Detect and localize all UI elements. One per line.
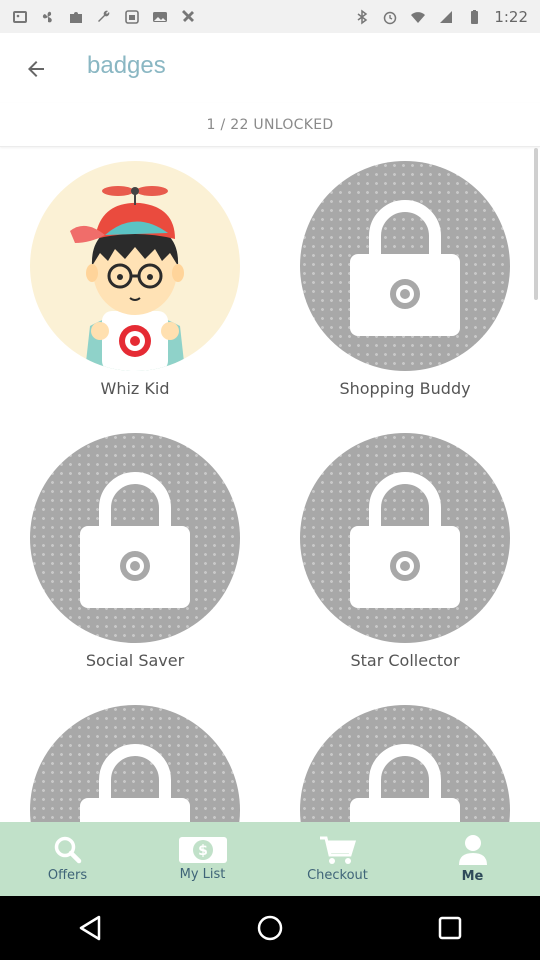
tab-label: Offers [47, 868, 88, 883]
signal-icon [438, 9, 454, 25]
fan-icon [40, 9, 56, 25]
sim-icon [124, 9, 140, 25]
bluetooth-icon [354, 9, 370, 25]
back-button[interactable] [18, 55, 54, 83]
locked-badge-circle [300, 705, 510, 822]
tab-label: My List [179, 867, 226, 882]
svg-text:$: $ [198, 843, 208, 859]
search-icon [54, 836, 81, 864]
badge-label: Social Saver [85, 651, 185, 670]
status-bar: 1:22 [0, 0, 540, 33]
alarm-icon [382, 9, 398, 25]
status-right-icons: 1:22 [354, 8, 528, 26]
tools-icon [180, 9, 196, 25]
system-nav-bar [0, 896, 540, 960]
square-recents-icon [438, 916, 462, 940]
person-icon [458, 835, 487, 865]
app-bar: badges [0, 33, 540, 103]
nav-recents-button[interactable] [420, 898, 480, 958]
lock-icon [80, 744, 190, 822]
wrench-icon [96, 9, 112, 25]
puzzle-icon [68, 9, 84, 25]
page-title: badges [87, 52, 166, 79]
badge-label: Star Collector [350, 651, 460, 670]
wifi-icon [410, 9, 426, 25]
nav-back-button[interactable] [60, 898, 120, 958]
whiz-kid-illustration [30, 161, 240, 371]
gallery-icon [12, 9, 28, 25]
locked-badge-circle [30, 433, 240, 643]
badge-list[interactable]: Whiz Kid Shopping Buddy Social Saver Sta… [0, 148, 540, 822]
tab-me[interactable]: Me [405, 822, 540, 896]
cart-icon [319, 836, 356, 864]
badge-locked-5[interactable] [30, 705, 240, 822]
lock-icon [80, 472, 190, 608]
tab-my-list[interactable]: $ My List [135, 822, 270, 896]
arrow-left-icon [28, 61, 44, 77]
battery-icon [466, 9, 482, 25]
bottom-tab-bar: Offers $ My List Checkout Me [0, 822, 540, 896]
locked-badge-circle [30, 705, 240, 822]
badge-shopping-buddy[interactable]: Shopping Buddy [300, 161, 510, 398]
status-time: 1:22 [494, 7, 528, 26]
badge-locked-6[interactable] [300, 705, 510, 822]
badge-label: Whiz Kid [100, 379, 170, 398]
triangle-back-icon [79, 915, 101, 941]
circle-home-icon [257, 915, 283, 941]
lock-icon [350, 200, 460, 336]
badge-star-collector[interactable]: Star Collector [300, 433, 510, 670]
nav-home-button[interactable] [240, 898, 300, 958]
status-left-icons [12, 9, 196, 25]
locked-badge-circle [300, 433, 510, 643]
badge-social-saver[interactable]: Social Saver [30, 433, 240, 670]
lock-icon [350, 744, 460, 822]
locked-badge-circle [300, 161, 510, 371]
badge-whiz-kid[interactable]: Whiz Kid [30, 161, 240, 398]
badge-label: Shopping Buddy [339, 379, 471, 398]
tab-label: Checkout [307, 868, 368, 883]
tab-label: Me [461, 869, 484, 884]
dollar-icon: $ [178, 837, 227, 863]
tab-checkout[interactable]: Checkout [270, 822, 405, 896]
photo-icon [152, 9, 168, 25]
tab-offers[interactable]: Offers [0, 822, 135, 896]
scrollbar[interactable] [534, 148, 538, 300]
lock-icon [350, 472, 460, 608]
unlocked-summary: 1 / 22 UNLOCKED [0, 103, 540, 147]
